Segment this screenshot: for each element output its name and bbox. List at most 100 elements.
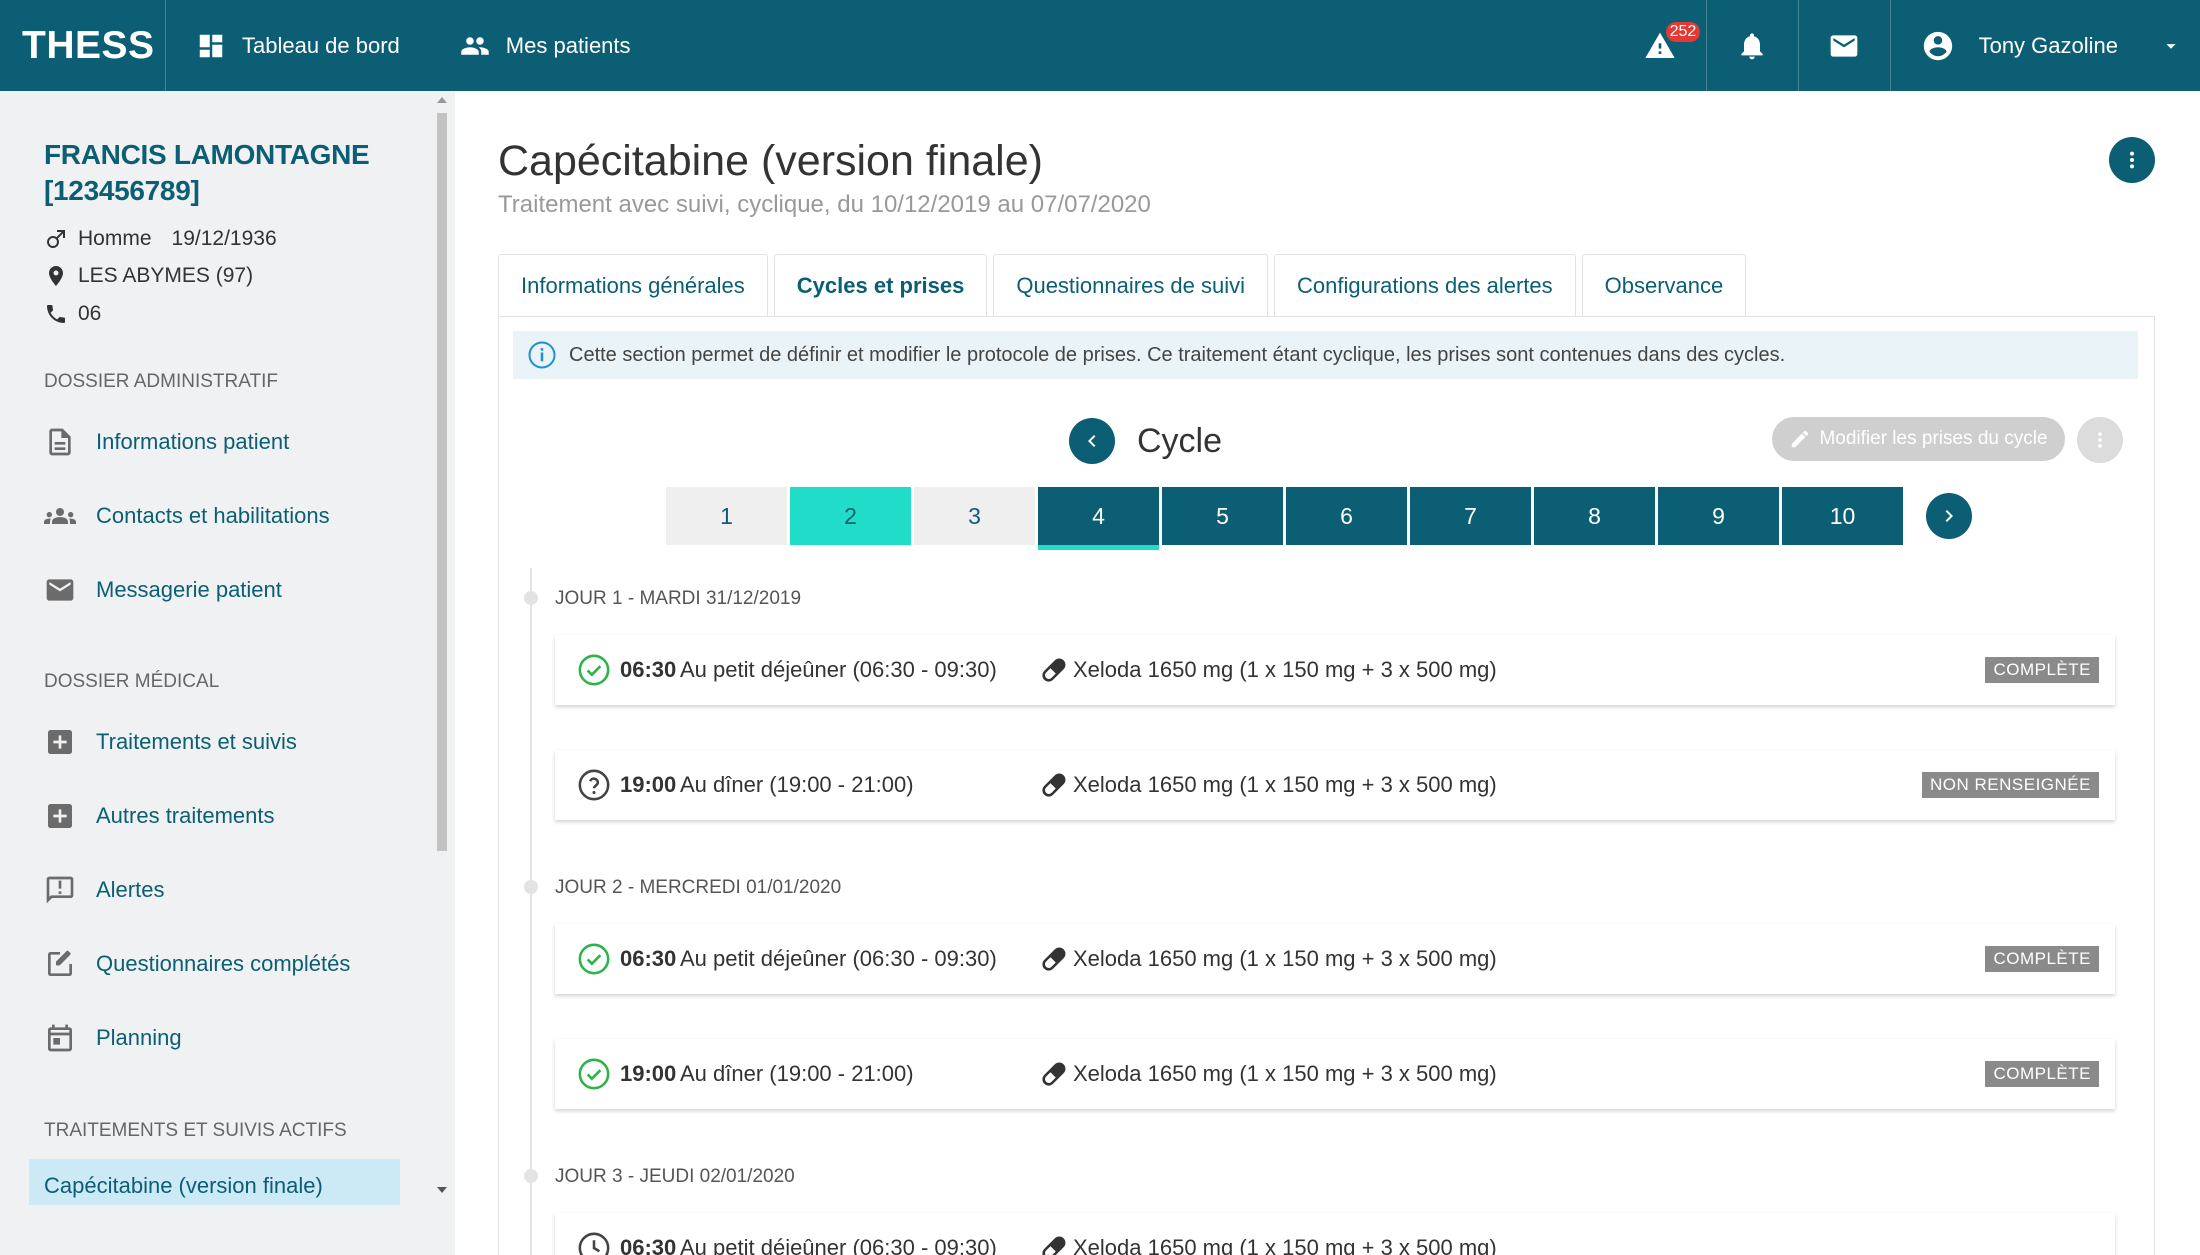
check-circle-icon [578,654,610,686]
info-banner: Cette section permet de définir et modif… [513,331,2138,379]
caret-down-icon [2166,43,2176,49]
sidebar-item-messaging[interactable]: Messagerie patient [44,574,282,606]
dose-time: 19:00 [620,1061,677,1086]
info-icon [528,341,556,369]
sidebar-item-treatments[interactable]: Traitements et suivis [44,726,297,758]
sidebar-item-active-treatment[interactable]: Capécitabine (version finale) [29,1159,400,1205]
mail-icon [1830,34,1858,57]
dose-time: 06:30 [620,946,677,971]
page-options-button[interactable] [2109,137,2155,183]
dose-row[interactable]: 19:00 Au dîner (19:00 - 21:00) Xeloda 16… [555,750,2115,820]
next-cycle-button[interactable] [1926,493,1972,539]
user-name: Tony Gazoline [1978,32,2118,58]
dose-row[interactable]: 06:30 Au petit déjeûner (06:30 - 09:30) … [555,635,2115,705]
app-logo[interactable]: THESS [0,0,166,91]
cycle-button-6[interactable]: 6 [1286,487,1407,545]
cycle-button-10[interactable]: 10 [1782,487,1903,545]
edit-square-icon [48,950,72,976]
dose-medication: Xeloda 1650 mg (1 x 150 mg + 3 x 500 mg) [1073,772,1497,797]
check-circle-icon [578,1058,610,1090]
dose-meal: Au dîner (19:00 - 21:00) [680,772,914,797]
day-label: JOUR 1 - MARDI 31/12/2019 [555,588,802,609]
cycle-button-8[interactable]: 8 [1534,487,1655,545]
tab-observance[interactable]: Observance [1581,254,1747,316]
patient-birthdate: 19/12/1936 [171,227,277,250]
pill-icon [1042,658,1066,682]
cycle-button-4[interactable]: 4 [1038,487,1159,550]
dose-row[interactable]: 19:00 Au dîner (19:00 - 21:00) Xeloda 16… [555,1039,2115,1109]
messages-button[interactable] [1797,0,1890,91]
sidebar-item-label: Informations patient [96,429,290,454]
sidebar-item-label: Questionnaires complétés [96,951,351,976]
cycle-button-5[interactable]: 5 [1162,487,1283,545]
admin-section-title: DOSSIER ADMINISTRATIF [44,371,279,392]
scroll-thumb[interactable] [437,113,447,851]
sidebar-item-patient-info[interactable]: Informations patient [44,426,289,458]
bell-icon [1741,32,1763,59]
dose-medication: Xeloda 1650 mg (1 x 150 mg + 3 x 500 mg) [1073,1235,1497,1255]
patient-phone: 06 [44,302,101,326]
alerts-button[interactable]: 252 [1614,0,1706,91]
patient-sidebar: FRANCIS LAMONTAGNE [123456789] Homme 19/… [0,91,453,1255]
medical-plus-icon [48,804,72,828]
dose-time: 19:00 [620,772,677,797]
nav-my-patients[interactable]: Mes patients [430,0,661,91]
pill-icon [1042,1236,1066,1255]
dose-medication: Xeloda 1650 mg (1 x 150 mg + 3 x 500 mg) [1073,657,1497,682]
sidebar-item-planning[interactable]: Planning [44,1022,182,1054]
more-vertical-icon [2098,432,2102,448]
modify-cycle-label: Modifier les prises du cycle [1819,428,2048,449]
sidebar-item-other-treatments[interactable]: Autres traitements [44,800,275,832]
user-menu[interactable]: Tony Gazoline [1889,0,2200,91]
tab-alert-config[interactable]: Configurations des alertes [1274,254,1576,316]
page-subtitle: Traitement avec suivi, cyclique, du 10/1… [498,191,1151,218]
cycle-label: Cycle [1137,421,1223,460]
phone-icon [47,305,65,323]
cycle-options-button[interactable] [2077,417,2123,463]
dose-row[interactable]: 06:30 Au petit déjeûner (06:30 - 09:30) … [555,1213,2115,1255]
account-circle-icon [1923,31,1952,60]
sidebar-scrollbar[interactable] [434,91,450,1255]
status-badge: COMPLÈTE [1985,657,2099,683]
treatment-tabs: Informations générales Cycles et prises … [498,254,1747,316]
cycle-button-3[interactable]: 3 [914,487,1035,545]
status-badge: COMPLÈTE [1985,1061,2099,1087]
prev-cycle-button[interactable] [1069,418,1115,464]
chevron-left-icon [1088,435,1096,447]
patient-location: LES ABYMES (97) [44,264,253,288]
medical-section-title: DOSSIER MÉDICAL [44,671,220,692]
pencil-icon [1792,430,1809,448]
cycle-button-9[interactable]: 9 [1658,487,1779,545]
dashboard-icon [199,34,223,57]
dose-row[interactable]: 06:30 Au petit déjeûner (06:30 - 09:30) … [555,924,2115,994]
sidebar-item-alerts[interactable]: Alertes [44,874,164,906]
cycle-button-1[interactable]: 1 [666,487,787,545]
nav-dashboard[interactable]: Tableau de bord [166,0,430,91]
day-label: JOUR 3 - JEUDI 02/01/2020 [555,1166,795,1187]
notifications-button[interactable] [1705,0,1798,91]
dose-medication: Xeloda 1650 mg (1 x 150 mg + 3 x 500 mg) [1073,946,1497,971]
modify-cycle-button[interactable]: Modifier les prises du cycle [1772,417,2065,461]
tab-cycles[interactable]: Cycles et prises [773,254,988,316]
dose-meal: Au petit déjeûner (06:30 - 09:30) [680,1235,997,1255]
tab-questionnaires[interactable]: Questionnaires de suivi [993,254,1269,316]
more-vertical-icon [2129,151,2135,169]
calendar-icon [48,1024,72,1052]
sidebar-item-contacts[interactable]: Contacts et habilitations [44,500,330,532]
pill-icon [1042,1062,1066,1086]
sidebar-item-label: Alertes [96,877,165,902]
scroll-up-arrow-icon[interactable] [437,97,447,103]
tab-general-info[interactable]: Informations générales [498,254,768,316]
status-badge: NON RENSEIGNÉE [1922,772,2099,798]
patient-location-text: LES ABYMES (97) [78,264,254,287]
sidebar-item-questionnaires[interactable]: Questionnaires complétés [44,948,350,980]
timeline-dot [524,591,538,605]
cycle-header: Cycle [1069,418,1222,464]
scroll-down-arrow-icon[interactable] [437,1187,447,1193]
cycle-button-2[interactable]: 2 [790,487,911,545]
people-icon [461,36,489,55]
timeline-line [530,568,532,1255]
cycle-button-7[interactable]: 7 [1410,487,1531,545]
timeline-dot [524,880,538,894]
status-badge: COMPLÈTE [1985,946,2099,972]
